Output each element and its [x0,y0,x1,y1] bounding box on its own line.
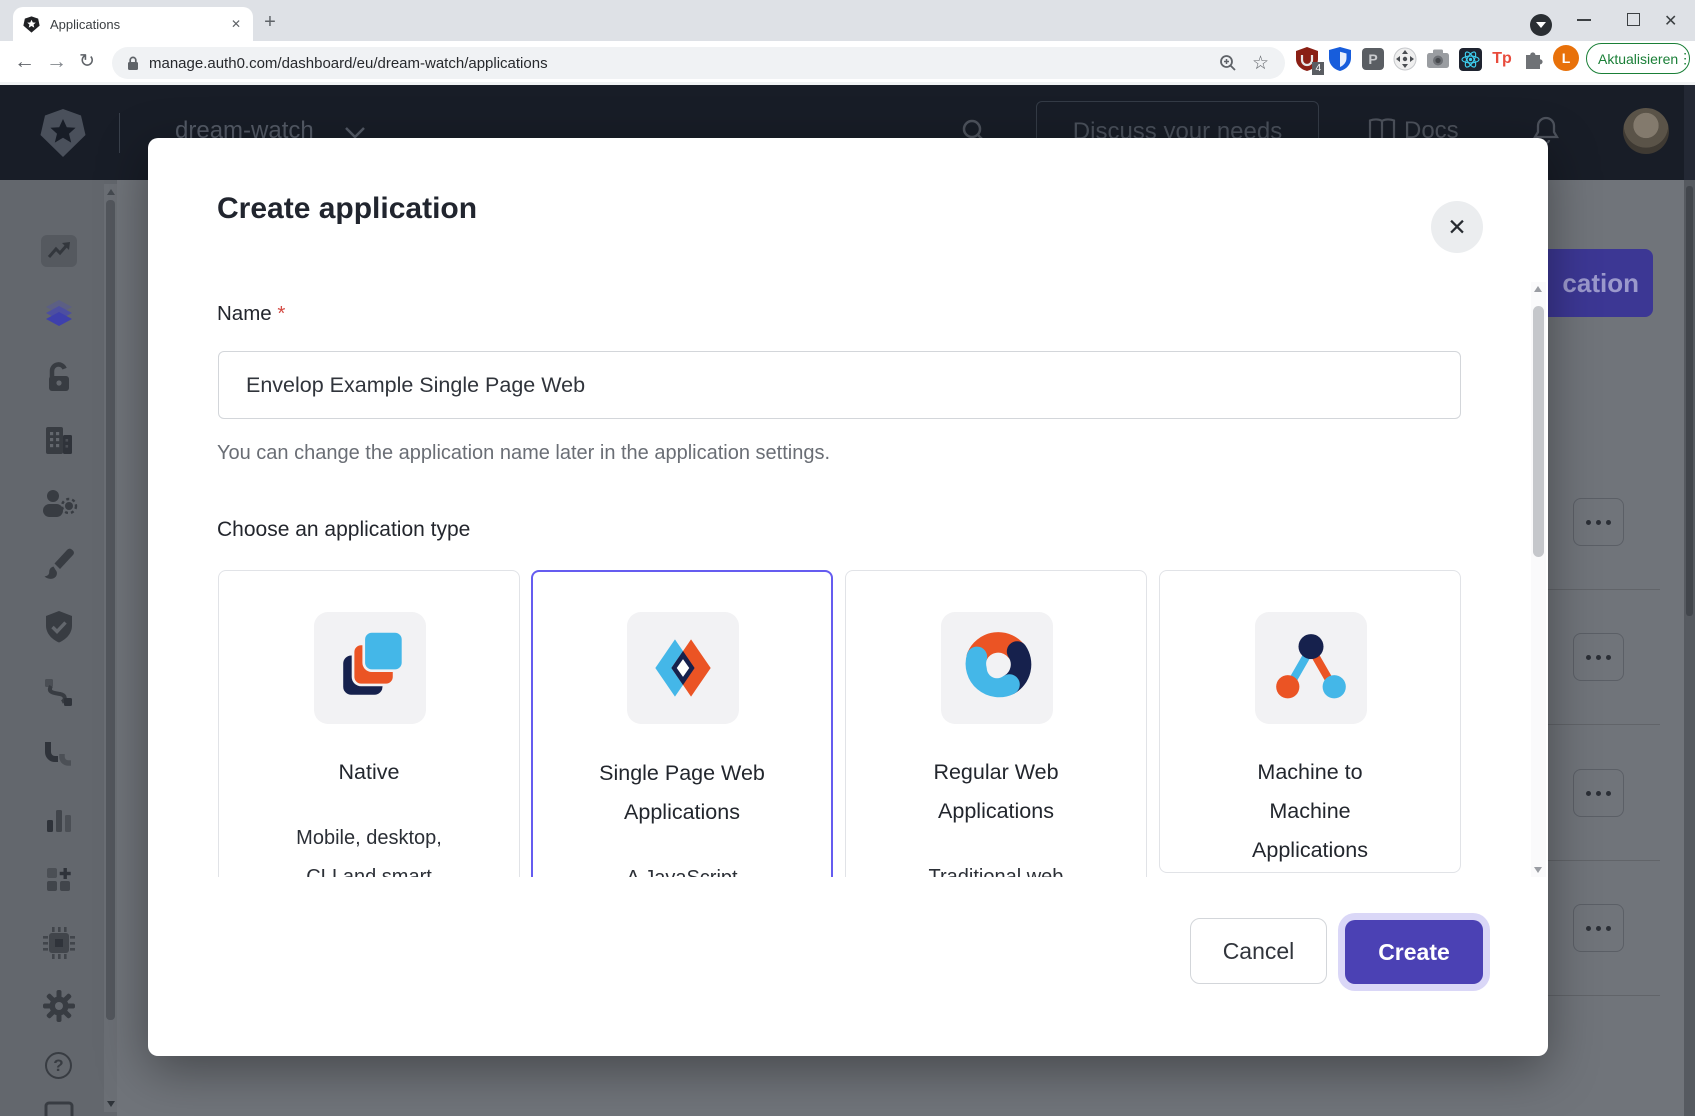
user-avatar[interactable] [1623,108,1669,154]
create-application-modal: Create application ✕ Name * You can chan… [148,138,1548,1056]
ublock-extension-icon[interactable]: 4 [1294,46,1320,72]
row-actions-ellipsis-button[interactable] [1573,904,1624,952]
window-minimize-button[interactable] [1577,19,1591,21]
bookmark-star-icon[interactable]: ☆ [1252,52,1269,75]
lock-icon [127,56,139,71]
card-native[interactable]: Native Mobile, desktop, CLI and smart [218,570,520,877]
required-asterisk: * [277,302,285,325]
sidebar-scrollbar[interactable] [104,184,117,1112]
tab-title: Applications [50,17,231,32]
sidebar-item-organizations[interactable] [39,420,79,460]
move-extension-icon[interactable] [1392,46,1418,72]
cancel-button[interactable]: Cancel [1190,918,1327,984]
modal-scrollbar-thumb[interactable] [1533,306,1544,557]
browser-profile-avatar[interactable]: L [1553,45,1579,71]
sidebar-item-user-management[interactable] [39,483,79,523]
sidebar-item-applications[interactable] [39,295,79,335]
card-title: Machine to [1257,760,1362,784]
sidebar-item-branding[interactable] [39,545,79,585]
sidebar-item-authentication[interactable] [39,357,79,397]
card-description: Traditional web [929,866,1064,877]
camera-extension-icon[interactable] [1425,46,1451,72]
sidebar-item-help[interactable]: ? [39,1046,79,1086]
card-title: Applications [938,799,1054,823]
card-title: Native [339,760,400,784]
name-help-text: You can change the application name late… [217,438,830,468]
window-maximize-button[interactable] [1627,13,1640,26]
card-title: Applications [1252,838,1368,862]
table-row-divider [1548,995,1660,996]
back-button[interactable]: ← [14,50,35,74]
modal-title: Create application [217,192,477,226]
card-description: Mobile, desktop, [296,827,442,849]
modal-close-button[interactable]: ✕ [1431,201,1483,253]
browser-tab[interactable]: Applications ✕ [13,7,253,41]
table-row-divider [1548,589,1660,590]
card-machine-to-machine[interactable]: Machine to Machine Applications [1159,570,1461,873]
auth0-logo-icon [40,108,86,158]
window-close-button[interactable]: ✕ [1664,11,1677,31]
table-row-divider [1548,860,1660,861]
zoom-icon[interactable] [1218,53,1238,73]
react-devtools-extension-icon[interactable] [1457,46,1483,72]
create-button[interactable]: Create [1345,920,1483,984]
screen: Applications ✕ + ✕ ← → ↻ manage.auth0.co… [0,0,1695,1116]
application-type-label: Choose an application type [217,518,470,542]
card-title: Single Page Web [599,761,765,785]
row-actions-ellipsis-button[interactable] [1573,498,1624,546]
page-scrollbar-thumb[interactable] [1686,186,1693,616]
page-scrollbar[interactable] [1684,85,1695,180]
auth0-favicon-icon [23,16,40,33]
sidebar-item-auth-pipeline[interactable] [39,736,79,776]
sidebar-item-activity[interactable] [39,231,79,271]
row-actions-ellipsis-button[interactable] [1573,633,1624,681]
sidebar-item-security[interactable] [39,608,79,648]
refresh-page-button[interactable]: Aktualisieren ⋮ [1586,43,1690,74]
sidebar-item-quickstart[interactable] [39,1097,79,1116]
browser-updates-icon[interactable] [1530,14,1552,36]
sidebar-item-settings[interactable] [39,986,79,1026]
sidebar-item-monitoring[interactable] [39,799,79,839]
application-type-cards: Native Mobile, desktop, CLI and smart [218,570,1463,877]
browser-menu-kebab-icon[interactable]: ⋮ [1678,50,1692,67]
header-divider [119,113,120,153]
card-regular-web[interactable]: Regular Web Applications Traditional web [845,570,1147,877]
native-icon [314,612,426,724]
extensions-puzzle-icon[interactable] [1521,46,1547,72]
p-extension-icon[interactable]: P [1360,46,1386,72]
card-title: Machine [1269,799,1350,823]
machine-to-machine-icon [1255,612,1367,724]
sidebar-item-marketplace[interactable] [39,860,79,900]
url-bar[interactable]: manage.auth0.com/dashboard/eu/dream-watc… [112,47,1285,79]
bitwarden-extension-icon[interactable] [1327,46,1353,72]
card-single-page-web[interactable]: Single Page Web Applications A JavaScrip… [531,570,833,877]
table-row-divider [1548,724,1660,725]
sidebar-item-extensions[interactable] [39,923,79,963]
regular-web-app-icon [941,612,1053,724]
application-name-input[interactable] [218,351,1461,419]
card-description: CLI and smart [306,866,432,877]
new-tab-button[interactable]: + [258,10,282,34]
close-icon: ✕ [1447,214,1466,241]
sidebar-scrollbar-thumb[interactable] [106,200,115,1020]
browser-tab-bar: Applications ✕ + ✕ [0,0,1695,41]
single-page-app-icon [627,612,739,724]
name-label: Name * [217,302,285,326]
row-actions-ellipsis-button[interactable] [1573,769,1624,817]
card-title: Applications [624,800,740,824]
sidebar-nav: ? [0,180,117,1116]
card-title: Regular Web [933,760,1058,784]
sidebar-item-actions[interactable] [39,673,79,713]
forward-button[interactable]: → [46,50,67,74]
tampermonkey-tp-extension-icon[interactable]: Tp [1489,46,1515,72]
reload-button[interactable]: ↻ [79,50,95,73]
card-description: A JavaScript [626,867,737,877]
tab-close-icon[interactable]: ✕ [231,17,241,31]
page-scrollbar-track[interactable] [1684,180,1695,1116]
url-text[interactable]: manage.auth0.com/dashboard/eu/dream-watc… [149,55,1218,72]
ublock-badge: 4 [1312,62,1324,75]
